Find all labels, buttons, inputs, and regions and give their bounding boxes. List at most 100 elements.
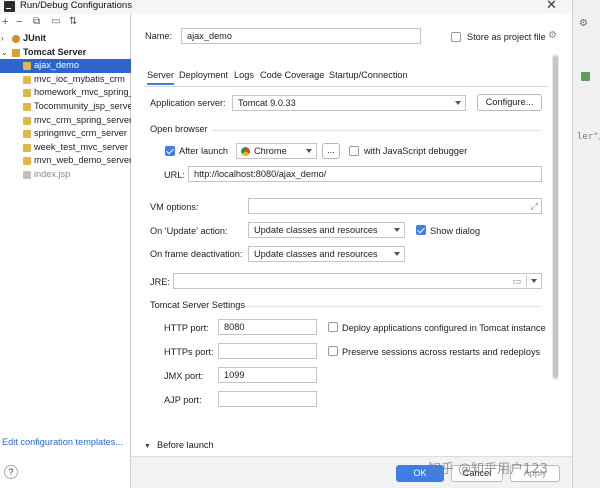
tomcat-config-icon bbox=[23, 143, 31, 152]
jre-label: JRE: bbox=[150, 277, 170, 287]
jmx-port-input[interactable]: 1099 bbox=[218, 367, 317, 383]
chevron-down-icon bbox=[394, 228, 400, 232]
deploy-apps-checkbox[interactable] bbox=[328, 322, 338, 332]
store-as-project-checkbox[interactable] bbox=[451, 32, 461, 42]
chrome-icon bbox=[241, 147, 250, 156]
tree-item[interactable]: springmvc_crm_server bbox=[0, 127, 131, 141]
chevron-down-icon: ▼ bbox=[144, 443, 151, 450]
close-icon[interactable]: ✕ bbox=[546, 0, 557, 12]
chevron-down-icon bbox=[394, 252, 400, 256]
browser-options-button[interactable]: ... bbox=[322, 143, 340, 159]
tree-item-label: mvc_crm_spring_server bbox=[34, 114, 131, 125]
http-port-input[interactable]: 8080 bbox=[218, 319, 317, 335]
deploy-apps-label: Deploy applications configured in Tomcat… bbox=[342, 323, 546, 333]
name-input[interactable]: ajax_demo bbox=[181, 28, 421, 44]
ajp-port-label: AJP port: bbox=[164, 395, 202, 405]
settings-scrollbar-thumb[interactable] bbox=[553, 56, 558, 378]
tree-item[interactable]: mvc_crm_spring_server bbox=[0, 114, 131, 128]
open-browser-label: Open browser bbox=[150, 124, 208, 134]
tomcat-config-icon bbox=[23, 103, 31, 111]
tree-item-junit[interactable]: › JUnit bbox=[0, 32, 131, 46]
app-server-select[interactable]: Tomcat 9.0.33 bbox=[232, 95, 466, 111]
preserve-sessions-checkbox[interactable] bbox=[328, 346, 338, 356]
tree-item-label: springmvc_crm_server bbox=[34, 128, 127, 139]
tree-toolbar: + − ⧉ ▭ ⇅ bbox=[0, 15, 131, 31]
tree-item-label: week_test_mvc_server bbox=[34, 141, 128, 152]
watermark: 知乎 @知乎用户123 bbox=[428, 462, 548, 477]
vm-options-label: VM options: bbox=[150, 202, 199, 212]
jmx-port-label: JMX port: bbox=[164, 371, 204, 381]
tree-item-ajax-demo[interactable]: ajax_demo bbox=[0, 59, 131, 73]
tomcat-settings-label: Tomcat Server Settings bbox=[150, 300, 245, 310]
vm-options-input[interactable]: ⤢ bbox=[248, 198, 542, 214]
show-dialog-checkbox[interactable] bbox=[416, 225, 426, 235]
app-server-label: Application server: bbox=[150, 98, 226, 108]
tab-server[interactable]: Server bbox=[147, 70, 175, 85]
build-icon bbox=[581, 72, 590, 81]
help-button[interactable]: ? bbox=[4, 465, 18, 479]
store-as-project-label: Store as project file bbox=[467, 32, 546, 42]
url-label: URL: bbox=[164, 170, 185, 180]
before-launch-section[interactable]: ▼ Before launch bbox=[144, 440, 214, 452]
after-launch-checkbox[interactable] bbox=[165, 146, 175, 156]
edit-templates-link[interactable]: Edit configuration templates... bbox=[2, 437, 123, 447]
field-divider bbox=[526, 275, 527, 287]
chevron-down-icon bbox=[455, 101, 461, 105]
jre-input[interactable]: ▭ bbox=[173, 273, 542, 289]
on-frame-label: On frame deactivation: bbox=[150, 249, 243, 259]
chevron-down-icon[interactable]: ⌄ bbox=[1, 46, 8, 60]
copy-config-icon[interactable]: ⧉ bbox=[33, 15, 40, 29]
ajp-port-input[interactable] bbox=[218, 391, 317, 407]
chevron-down-icon[interactable] bbox=[531, 279, 537, 283]
tree-item-label: mvc_ioc_mybatis_crm bbox=[34, 73, 125, 84]
on-update-value: Update classes and resources bbox=[254, 225, 378, 235]
tomcat-config-icon bbox=[23, 62, 31, 71]
tree-item-label: mvn_web_demo_server bbox=[34, 155, 131, 166]
chevron-right-icon[interactable]: › bbox=[1, 32, 4, 46]
after-launch-label: After launch bbox=[179, 146, 229, 156]
tree-item[interactable]: homework_mvc_spring_s bbox=[0, 86, 131, 100]
tab-code-coverage[interactable]: Code Coverage bbox=[260, 70, 324, 80]
tree-item-label: homework_mvc_spring_s bbox=[34, 87, 131, 98]
window-title: Run/Debug Configurations bbox=[20, 0, 132, 11]
tree-item[interactable]: Tocommunity_jsp_server bbox=[0, 100, 131, 114]
sort-icon[interactable]: ⇅ bbox=[69, 15, 77, 29]
configure-button[interactable]: Configure... bbox=[477, 94, 542, 111]
expand-icon[interactable]: ⤢ bbox=[531, 199, 538, 213]
editor-code-text: ler"/ bbox=[577, 132, 600, 142]
tab-deployment[interactable]: Deployment bbox=[179, 70, 228, 80]
on-update-label: On 'Update' action: bbox=[150, 226, 228, 236]
tree-item-label: Tocommunity_jsp_server bbox=[34, 101, 131, 111]
https-port-label: HTTPs port: bbox=[164, 347, 214, 357]
jsp-file-icon bbox=[23, 171, 31, 179]
junit-icon bbox=[12, 35, 20, 43]
on-frame-select[interactable]: Update classes and resources bbox=[248, 246, 405, 262]
server-tab-panel bbox=[144, 87, 548, 437]
tree-item-label: ajax_demo bbox=[34, 60, 79, 71]
add-config-icon[interactable]: + bbox=[2, 15, 8, 29]
browser-select[interactable]: Chrome bbox=[236, 143, 317, 159]
tomcat-icon bbox=[12, 48, 20, 57]
tree-item-label: index.jsp bbox=[34, 169, 71, 179]
on-update-select[interactable]: Update classes and resources bbox=[248, 222, 405, 238]
js-debugger-checkbox[interactable] bbox=[349, 146, 359, 156]
folder-icon[interactable]: ▭ bbox=[51, 15, 60, 29]
tree-item[interactable]: mvc_ioc_mybatis_crm bbox=[0, 73, 131, 87]
section-divider bbox=[212, 130, 542, 131]
show-dialog-label: Show dialog bbox=[430, 226, 481, 236]
tab-startup-connection[interactable]: Startup/Connection bbox=[329, 70, 408, 80]
gear-icon[interactable]: ⚙ bbox=[548, 30, 557, 41]
remove-config-icon[interactable]: − bbox=[16, 15, 22, 29]
folder-icon[interactable]: ▭ bbox=[512, 274, 521, 288]
https-port-input[interactable] bbox=[218, 343, 317, 359]
tree-item[interactable]: index.jsp bbox=[0, 168, 131, 182]
tree-item[interactable]: week_test_mvc_server bbox=[0, 141, 131, 155]
chevron-down-icon bbox=[306, 149, 312, 153]
browser-value: Chrome bbox=[254, 146, 287, 156]
tree-item[interactable]: mvn_web_demo_server bbox=[0, 154, 131, 168]
url-input[interactable]: http://localhost:8080/ajax_demo/ bbox=[188, 166, 542, 182]
tomcat-config-icon bbox=[23, 116, 31, 125]
tab-logs[interactable]: Logs bbox=[234, 70, 254, 80]
tomcat-config-icon bbox=[23, 130, 31, 139]
tree-item-tomcat-server[interactable]: ⌄ Tomcat Server bbox=[0, 46, 131, 60]
